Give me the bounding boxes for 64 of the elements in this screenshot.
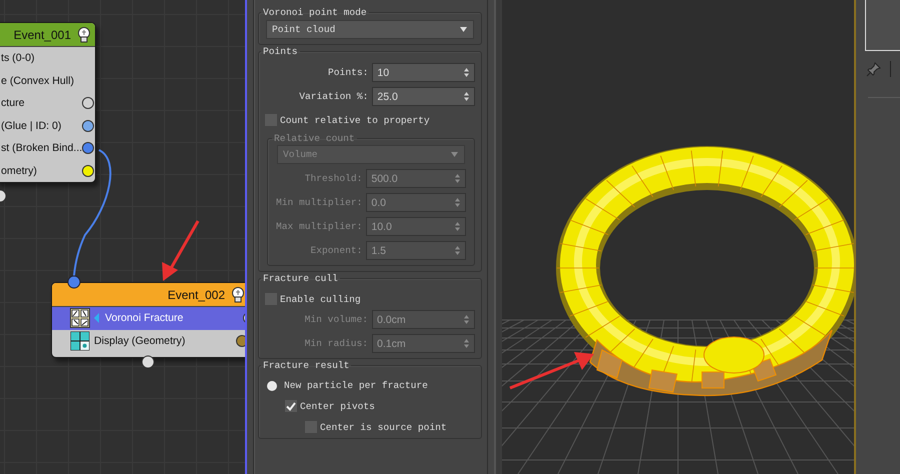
lightbulb-icon[interactable]	[77, 26, 91, 42]
checkbox-label: Center is source point	[320, 422, 447, 432]
output-port[interactable]	[142, 356, 154, 368]
field-label: Max multiplier:	[276, 221, 362, 232]
input-port[interactable]	[68, 276, 80, 288]
operator-row[interactable]: st (Broken Bind...	[0, 137, 95, 160]
number-field[interactable]: 10	[372, 63, 476, 82]
node-title: Event_002	[168, 288, 225, 302]
dropdown-arrow-icon	[451, 152, 458, 157]
operator-row[interactable]: cture	[0, 92, 95, 114]
output-port[interactable]	[82, 120, 94, 132]
spinner-arrows-icon[interactable]	[464, 68, 470, 77]
fracture-icon	[70, 308, 90, 328]
group-title: Voronoi point mode	[262, 7, 368, 18]
selection-marker-icon	[94, 313, 99, 324]
node-title: Event_001	[14, 28, 71, 42]
field-label: Variation %:	[299, 91, 368, 102]
node-card[interactable]: Event_001 ts (0-0) e (Convex Hull) cture (Glue | ID: 0) st (Broken Bind... ometry)	[0, 22, 96, 183]
lightbulb-icon[interactable]	[231, 286, 245, 302]
scrollbar[interactable]	[494, 0, 500, 474]
dropdown-arrow-icon	[460, 27, 467, 32]
field-label: Exponent:	[310, 245, 362, 256]
field-label: Points:	[328, 67, 368, 78]
output-port[interactable]	[236, 334, 245, 347]
checkbox[interactable]	[285, 400, 297, 412]
operator-label: st (Broken Bind...	[1, 142, 82, 154]
group-title: Fracture cull	[262, 273, 339, 284]
group-title: Relative count	[273, 133, 356, 144]
operator-row[interactable]: Voronoi Fracture	[52, 307, 245, 330]
field-label: Min multiplier:	[276, 197, 362, 208]
checkmark-icon	[286, 402, 296, 410]
operator-label: ts (0-0)	[1, 52, 35, 64]
operator-label: cture	[1, 97, 25, 110]
operator-row[interactable]: ts (0-0)	[0, 47, 95, 70]
output-port[interactable]	[82, 164, 94, 177]
annotation-arrow	[162, 220, 200, 281]
operator-label: Display (Geometry)	[94, 334, 186, 347]
operator-label: (Glue | ID: 0)	[1, 120, 62, 132]
output-port[interactable]	[0, 190, 6, 202]
operator-row[interactable]: e (Convex Hull)	[0, 70, 95, 92]
node-card[interactable]: Event_002 Voronoi Fracture Display (Geometry)	[51, 282, 245, 358]
output-port[interactable]	[82, 97, 94, 110]
dropdown[interactable]: Point cloud	[266, 20, 474, 39]
checkbox-label: Count relative to property	[280, 114, 430, 126]
radio-button[interactable]	[267, 380, 277, 390]
operator-row[interactable]: (Glue | ID: 0)	[0, 114, 95, 137]
checkbox-label: Center pivots	[300, 400, 375, 412]
checkbox-label: New particle per fracture	[284, 380, 428, 391]
field-label: Threshold:	[304, 173, 362, 184]
output-port[interactable]	[82, 142, 94, 154]
operator-row[interactable]: Display (Geometry)	[52, 330, 245, 352]
spinner-arrows-icon[interactable]	[464, 92, 470, 101]
group-title: Points	[262, 46, 299, 57]
field-label: Min volume:	[304, 314, 368, 325]
operator-label: e (Convex Hull)	[1, 74, 74, 87]
checkbox-label: Enable culling	[280, 294, 361, 304]
display-icon	[70, 330, 90, 351]
number-field[interactable]: 25.0	[372, 87, 476, 106]
operator-row[interactable]: ometry)	[0, 160, 95, 182]
operator-label: ometry)	[1, 164, 37, 177]
group-title: Fracture result	[262, 360, 350, 371]
field-label: Min radius:	[304, 338, 368, 349]
pin-icon[interactable]	[866, 62, 881, 76]
operator-label: Voronoi Fracture	[105, 312, 184, 324]
